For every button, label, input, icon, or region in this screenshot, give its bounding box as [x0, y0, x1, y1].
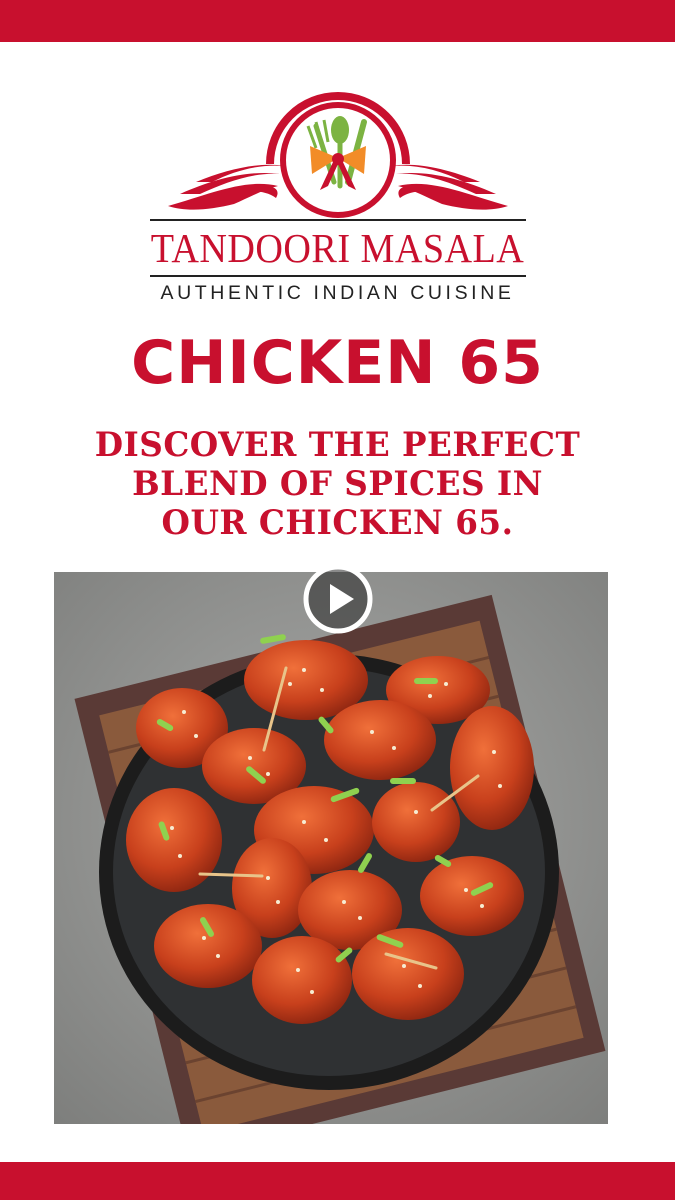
dish-video[interactable]	[54, 572, 608, 1124]
right-flourish	[392, 164, 508, 210]
logo-divider-bottom	[150, 275, 526, 277]
headline-line: BLEND OF SPICES IN	[132, 464, 543, 504]
play-icon	[303, 564, 373, 634]
brand-tagline: AUTHENTIC INDIAN CUISINE	[160, 282, 515, 304]
bottom-banner-bar	[0, 1162, 675, 1200]
logo-emblem	[168, 92, 508, 218]
promo-headline: DISCOVER THE PERFECT BLEND OF SPICES IN …	[52, 426, 623, 543]
headline-line: DISCOVER THE PERFECT	[94, 425, 581, 465]
left-flourish	[168, 164, 284, 210]
dish-title: CHICKEN 65	[131, 328, 544, 398]
play-button[interactable]	[302, 563, 374, 635]
headline-line: OUR CHICKEN 65.	[161, 503, 514, 543]
top-banner-bar	[0, 0, 675, 42]
brand-name: TANDOORI MASALA	[150, 225, 525, 271]
logo-divider-top	[150, 219, 526, 221]
